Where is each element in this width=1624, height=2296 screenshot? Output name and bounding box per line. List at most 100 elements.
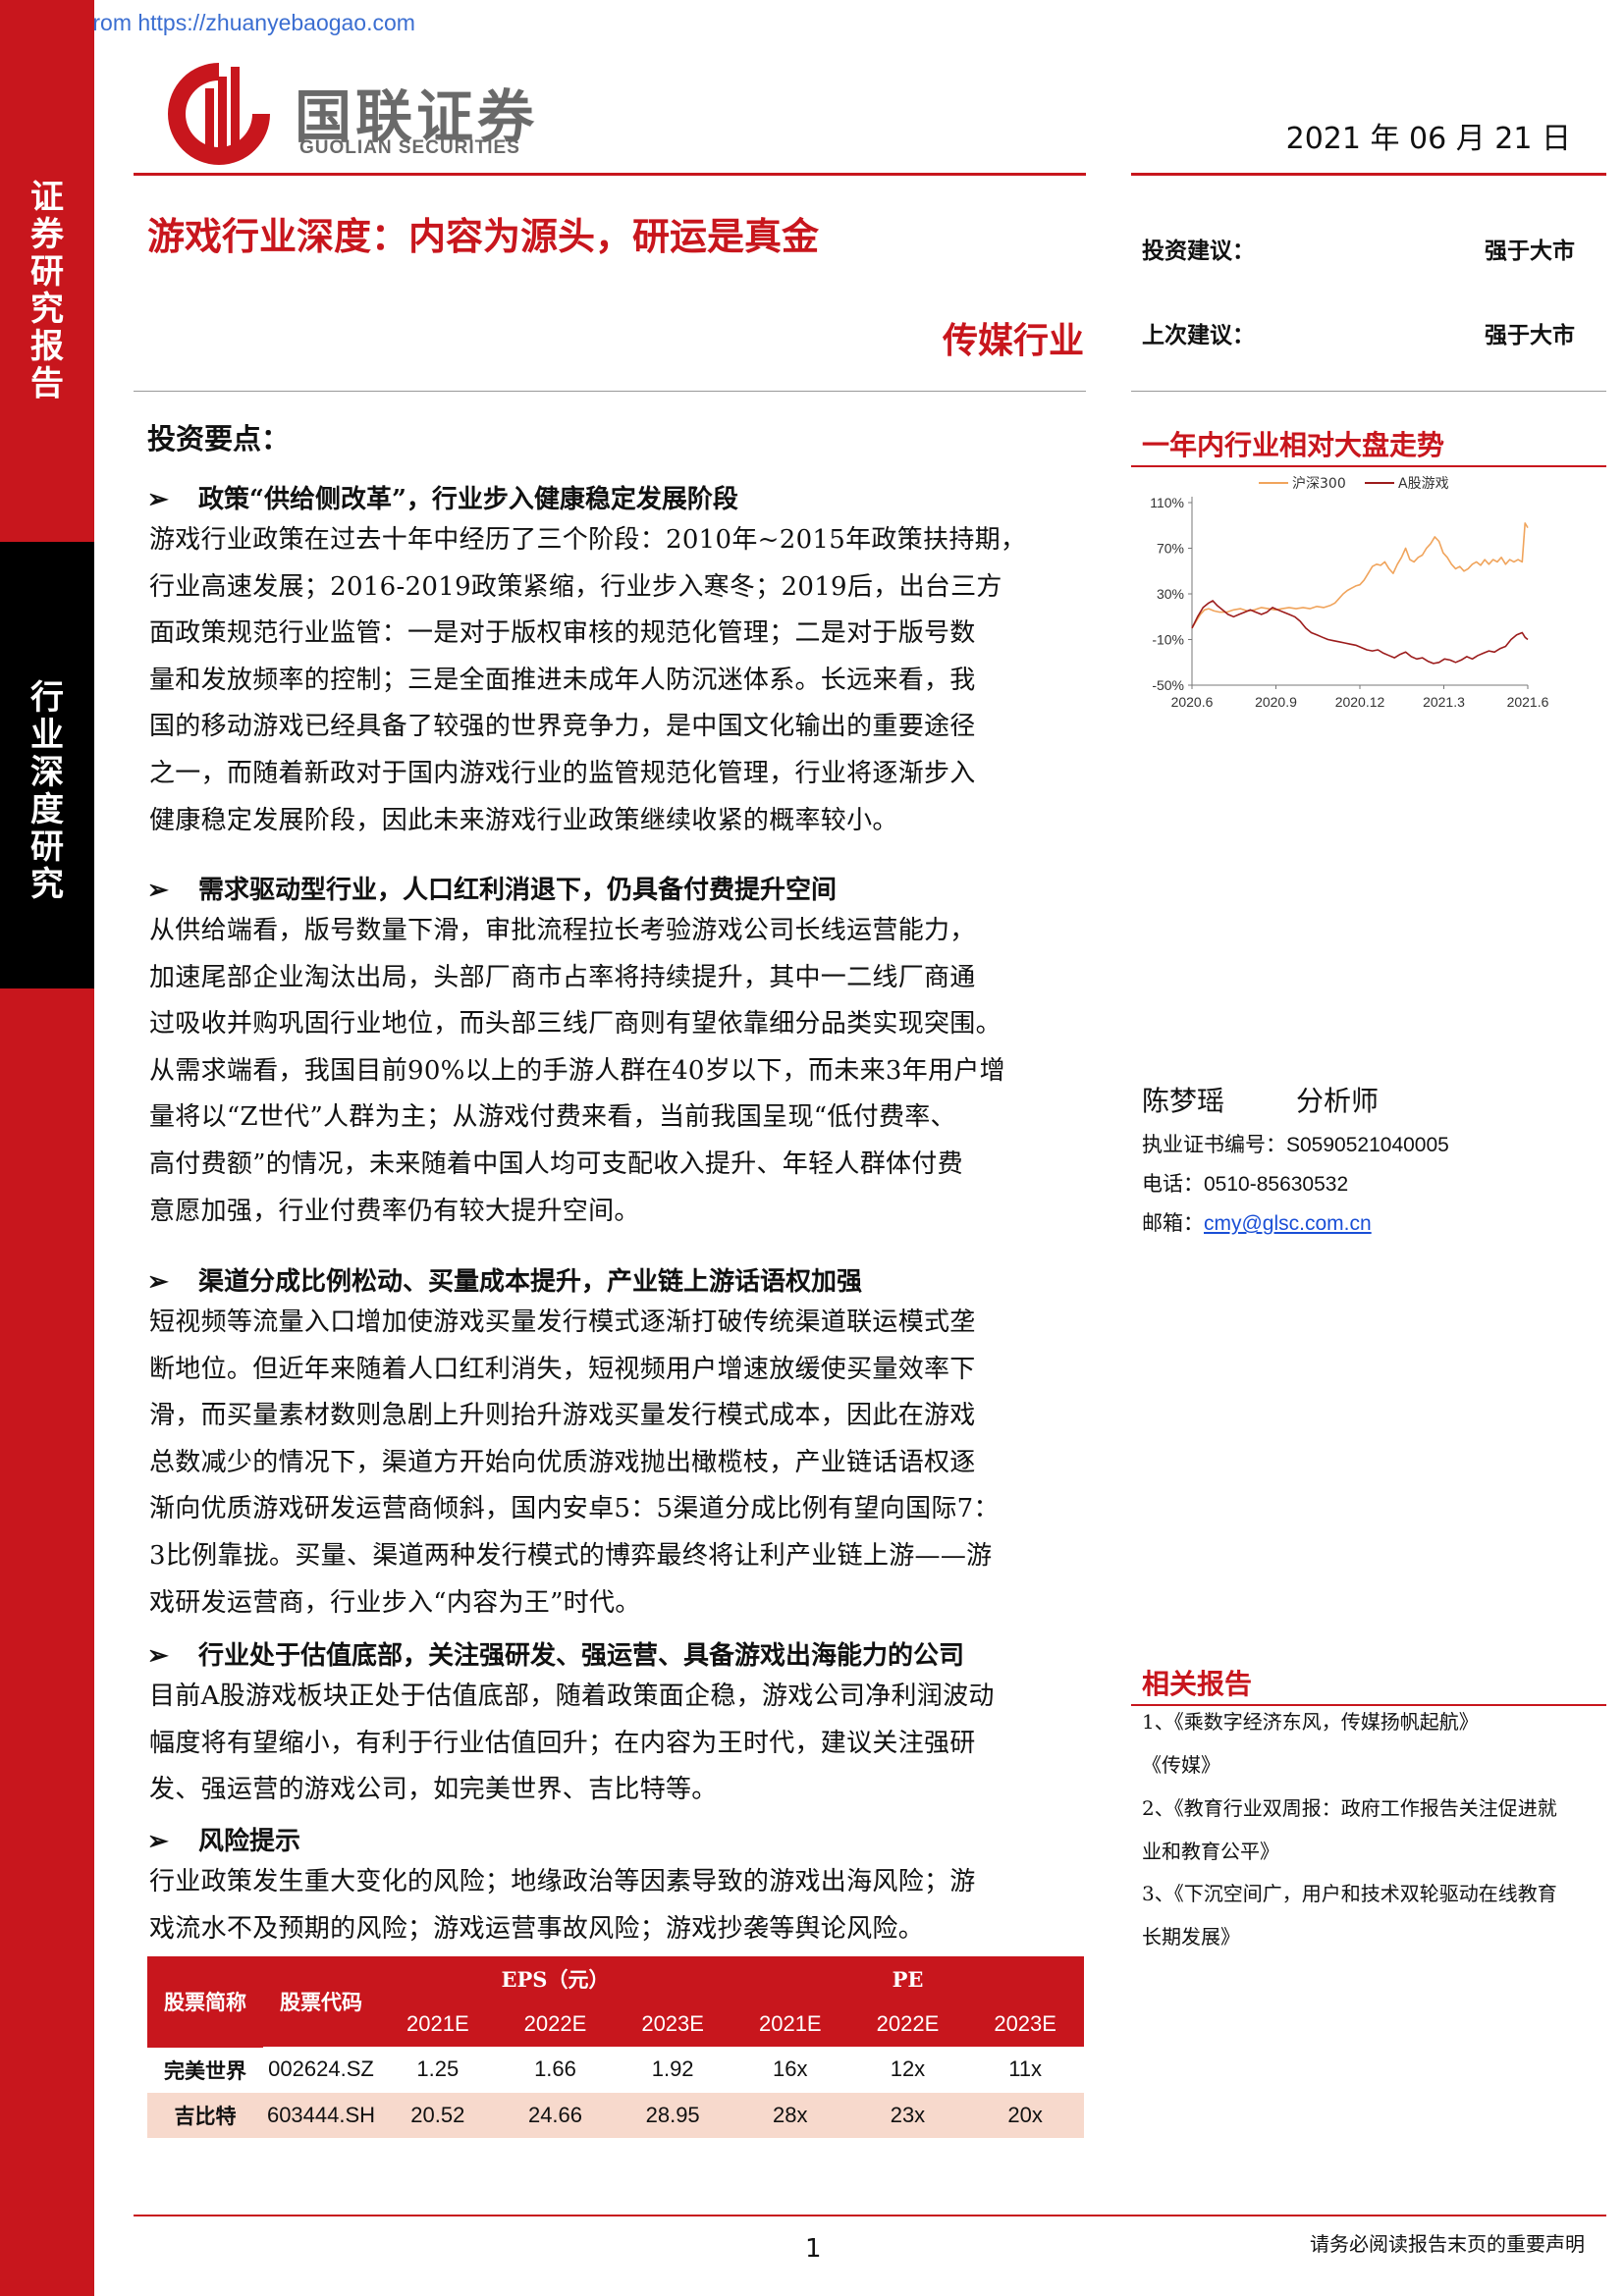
header-stock-code: 股票代码 [263,1956,379,2047]
page-number: 1 [805,2234,822,2264]
paragraph-line: 断地位。但近年来随着人口红利消失，短视频用户增速放缓使买量效率下 [149,1354,976,1384]
cell-stock-name: 完美世界 [147,2047,263,2093]
bullet-heading-text: 渠道分成比例松动、买量成本提升，产业链上游话语权加强 [198,1267,863,1297]
sidebar-char: 业 [30,716,64,755]
company-logo-icon [168,63,270,165]
analyst-cert: 执业证书编号：S0590521040005 [1142,1129,1449,1158]
related-report-line: 《传媒》 [1142,1753,1220,1777]
cell-value: 1.66 [496,2047,615,2093]
paragraph-line: 量将以“Z世代”人群为主；从游戏付费来看，当前我国呈现“低付费率、 [149,1102,956,1133]
sidebar-char: 券 [30,215,64,254]
y-tick-label: 70% [1157,541,1184,557]
sidebar-char: 度 [30,790,64,829]
x-tick-label: 2020.12 [1335,694,1385,710]
key-points-heading: 投资要点： [147,422,291,455]
sidebar-char: 研 [30,252,64,292]
related-report-line: 1、《乘数字经济东风，传媒扬帆起航》 [1142,1710,1479,1734]
paragraph-line: 从供给端看，版号数量下滑，审批流程拉长考验游戏公司长线运营能力， [149,916,976,945]
paragraph-line: 短视频等流量入口增加使游戏买量发行模式逐渐打破传统渠道联运模式垄 [149,1308,976,1337]
cell-value: 16x [731,2047,849,2093]
paragraph-line: 发、强运营的游戏公司，如完美世界、吉比特等。 [149,1775,718,1805]
sidebar-char: 深 [30,753,64,792]
paragraph-line: 总数减少的情况下，渠道方开始向优质游戏抛出橄榄枝，产业链话语权逐 [149,1447,976,1477]
rating-previous-label: 上次建议： [1142,322,1255,348]
cell-value: 28x [731,2092,849,2138]
bullet-heading-text: 行业处于估值底部，关注强研发、强运营、具备游戏出海能力的公司 [198,1641,965,1671]
table-row: 完美世界 002624.SZ 1.25 1.66 1.92 16x 12x 11… [147,2047,1084,2093]
paragraph-line: 加速尾部企业淘汰出局，头部厂商市占率将持续提升，其中一二线厂商通 [149,962,976,992]
sidebar-label-top: 证 券 研 究 报 告 [0,179,94,402]
sidebar-char: 报 [30,327,64,366]
related-report-line: 2、《教育行业双周报：政府工作报告关注促进就 [1142,1796,1557,1820]
rating-divider [1131,391,1606,392]
phone-label: 电话： [1142,1172,1204,1196]
header-year: 2023E [966,2002,1084,2047]
header-year: 2022E [848,2002,967,2047]
bullet-paragraph: 短视频等流量入口增加使游戏买量发行模式逐渐打破传统渠道联运模式垄 断地位。但近年… [149,1300,1080,1627]
bullet-heading-text: 需求驱动型行业，人口红利消退下，仍具备付费提升空间 [198,876,838,905]
header-pe-group: PE [731,1956,1084,2002]
header-eps-group: EPS（元） [379,1956,731,2002]
bullet-heading: ➢ 需求驱动型行业，人口红利消退下，仍具备付费提升空间 [147,870,837,906]
related-reports-title: 相关报告 [1142,1668,1253,1700]
related-report-line: 3、《下沉空间广，用户和技术双轮驱动在线教育 [1142,1882,1557,1905]
bullet-heading: ➢ 风险提示 [147,1821,300,1857]
paragraph-line: 高付费额”的情况，未来随着中国人均可支配收入提升、年轻人群体付费 [149,1148,963,1179]
stock-valuation-table: 股票简称 股票代码 EPS（元） PE 2021E 2022E 2023E 20… [147,1956,1084,2138]
cell-value: 28.95 [614,2092,731,2138]
title-divider [134,391,1086,392]
rating-previous-value: 强于大市 [1485,322,1575,348]
sidebar-char: 行 [30,678,64,718]
paragraph-line: 目前A股游戏板块正处于估值底部，随着政策面企稳，游戏公司净利润波动 [149,1682,995,1711]
series-line [1191,600,1529,665]
bullet-paragraph: 行业政策发生重大变化的风险；地缘政治等因素导致的游戏出海风险；游 戏流水不及预期… [149,1859,1080,1952]
arrow-bullet-icon: ➢ [147,1267,169,1297]
paragraph-line: 之一，而随着新政对于国内游戏行业的监管规范化管理，行业将逐渐步入 [149,758,976,788]
header-year: 2023E [614,2002,731,2047]
cert-value: S0590521040005 [1286,1134,1449,1156]
header-year: 2022E [496,2002,615,2047]
table-header-row: 股票简称 股票代码 EPS（元） PE [147,1956,1084,2048]
paragraph-line: 健康稳定发展阶段，因此未来游戏行业政策继续收紧的概率较小。 [149,805,898,835]
arrow-bullet-icon: ➢ [147,1641,169,1671]
cell-stock-code: 603444.SH [263,2092,379,2138]
sidebar-char: 究 [30,865,64,904]
related-report-item[interactable]: 2、《教育行业双周报：政府工作报告关注促进就 业和教育公平》 [1142,1787,1594,1873]
rating-current-label: 投资建议： [1142,238,1255,264]
bullet-paragraph: 目前A股游戏板块正处于估值底部，随着政策面企稳，游戏公司净利润波动 幅度将有望缩… [149,1674,1080,1814]
table-row: 吉比特 603444.SH 20.52 24.66 28.95 28x 23x … [147,2092,1084,2138]
analyst-email: 邮箱：cmy@glsc.com.cn [1142,1207,1372,1237]
logo-english-name: GUOLIAN SECURITIES [299,137,520,158]
related-report-item[interactable]: 1、《乘数字经济东风，传媒扬帆起航》 《传媒》 [1142,1700,1594,1787]
header-rule-right [1131,173,1606,176]
header-stock-name: 股票简称 [147,1956,263,2048]
paragraph-line: 面政策规范行业监管：一是对于版权审核的规范化管理；二是对于版号数 [149,618,976,649]
x-tick-label: 2021.6 [1507,694,1549,710]
sidebar-char: 告 [30,364,64,403]
paragraph-line: 从需求端看，我国目前90%以上的手游人群在40岁以下，而未来3年用户增 [149,1055,1005,1086]
related-report-line: 长期发展》 [1142,1925,1240,1949]
related-report-item[interactable]: 3、《下沉空间广，用户和技术双轮驱动在线教育 长期发展》 [1142,1872,1594,1958]
cell-value: 11x [966,2047,1084,2093]
cell-value: 12x [848,2047,967,2093]
legend-label: 沪深300 [1292,476,1346,492]
arrow-bullet-icon: ➢ [147,876,169,905]
chart-section-title: 一年内行业相对大盘走势 [1142,429,1445,461]
relative-trend-chart: 110% 70% 30% -10% -50%2020.6 2020.9 2020.12 202… [1150,476,1549,710]
paragraph-line: 渐向优质游戏研发运营商倾斜，国内安卓5：5渠道分成比例有望向国际7： [149,1494,1000,1524]
paragraph-line: 滑，而买量素材数则急剧上升则抬升游戏买量发行模式成本，因此在游戏 [149,1401,976,1431]
sidebar-char: 究 [30,290,64,329]
paragraph-line: 行业高速发展；2016-2019政策紧缩，行业步入寒冬；2019后，出台三方 [149,571,1002,602]
email-link[interactable]: cmy@glsc.com.cn [1204,1212,1372,1235]
paragraph-line: 过吸收并购巩固行业地位，而头部三线厂商则有望依靠细分品类实现突围。 [149,1009,1001,1040]
cell-value: 23x [848,2092,967,2138]
cell-value: 20.52 [379,2092,497,2138]
x-tick-label: 2020.9 [1255,694,1297,710]
report-date: 2021 年 06 月 21 日 [1285,122,1571,156]
paragraph-line: 意愿加强，行业付费率仍有较大提升空间。 [149,1196,640,1226]
bullet-paragraph: 从供给端看，版号数量下滑，审批流程拉长考验游戏公司长线运营能力， 加速尾部企业淘… [149,908,1080,1235]
sidebar-char: 研 [30,828,64,867]
footer-rule [134,2215,1606,2216]
rating-current-value: 强于大市 [1485,238,1575,264]
cell-value: 1.25 [379,2047,497,2093]
